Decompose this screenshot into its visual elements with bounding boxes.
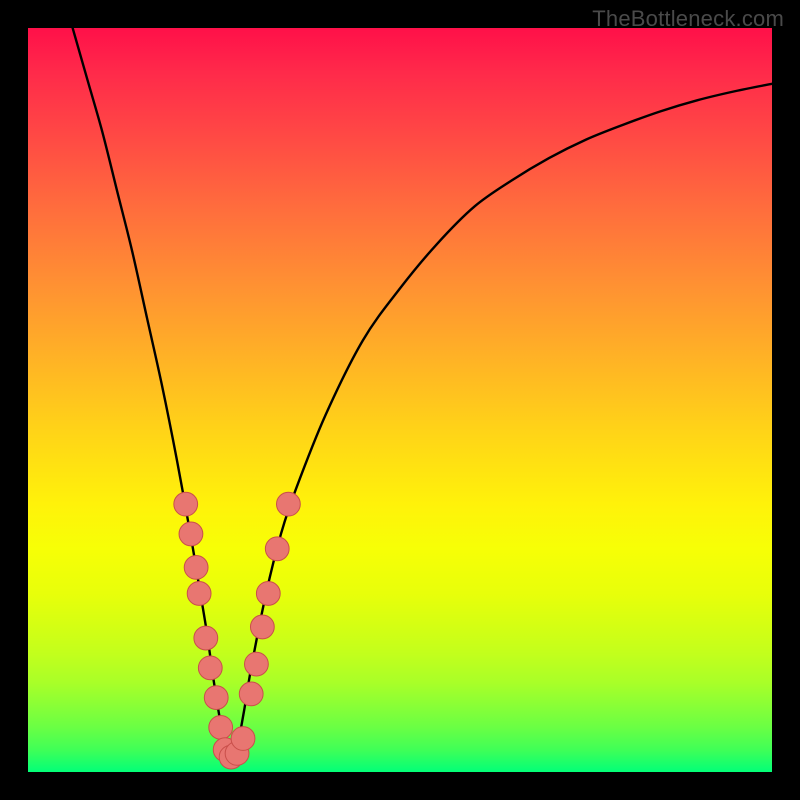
marker-dot: [277, 492, 301, 516]
marker-dot: [239, 682, 263, 706]
marker-dot: [174, 492, 198, 516]
chart-svg: [28, 28, 772, 772]
marker-dot: [209, 715, 233, 739]
marker-dot: [256, 582, 280, 606]
marker-dot: [265, 537, 289, 561]
marker-dot: [187, 582, 211, 606]
v-curve: [73, 28, 772, 759]
plot-area: [28, 28, 772, 772]
marker-dot: [184, 556, 208, 580]
marker-dot: [250, 615, 274, 639]
marker-dot: [204, 686, 228, 710]
marker-dot: [198, 656, 222, 680]
marker-dot: [231, 727, 255, 751]
outer-frame: TheBottleneck.com: [0, 0, 800, 800]
marker-dot: [245, 652, 269, 676]
marker-dot: [179, 522, 203, 546]
curve-layer: [73, 28, 772, 759]
marker-dot: [194, 626, 218, 650]
watermark-text: TheBottleneck.com: [592, 6, 784, 32]
